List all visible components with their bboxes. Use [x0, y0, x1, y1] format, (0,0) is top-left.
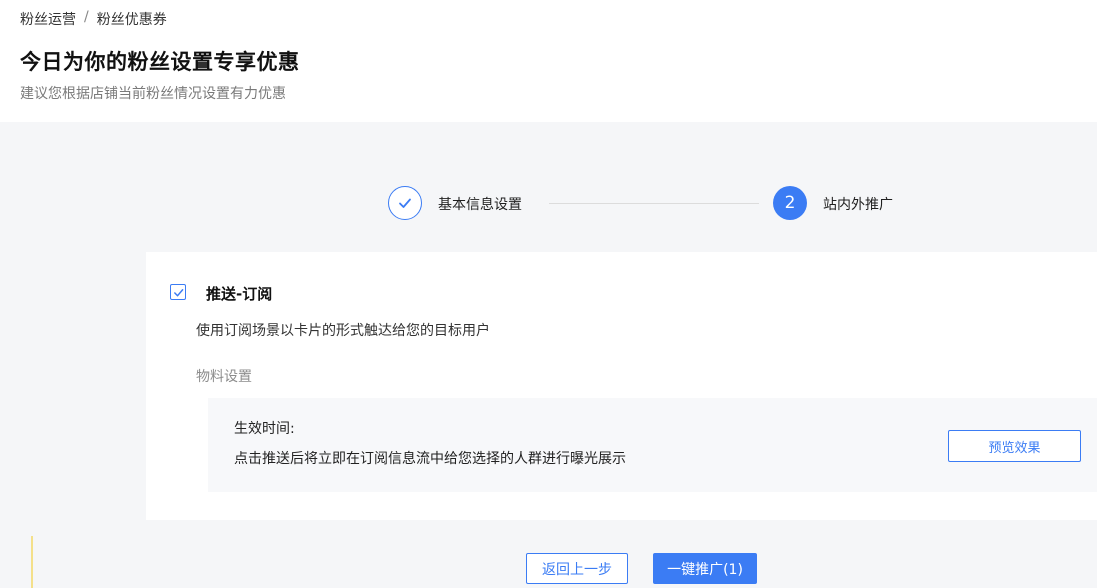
- step-2-label: 站内外推广: [823, 197, 893, 213]
- one-click-promote-button[interactable]: 一键推广(1): [653, 553, 757, 584]
- breadcrumb-item-current: 粉丝优惠券: [96, 12, 167, 28]
- option-description: 使用订阅场景以卡片的形式触达给您的目标用户: [196, 323, 490, 339]
- preview-button[interactable]: 预览效果: [948, 430, 1081, 462]
- breadcrumb-separator: /: [84, 9, 89, 25]
- option-title: 推送-订阅: [206, 285, 273, 303]
- effective-time-description: 点击推送后将立即在订阅信息流中给您选择的人群进行曝光展示: [234, 451, 626, 467]
- page-header: 粉丝运营 / 粉丝优惠券 今日为你的粉丝设置专享优惠 建议您根据店铺当前粉丝情况…: [0, 0, 1097, 122]
- effective-time-label: 生效时间:: [234, 421, 295, 437]
- stepper: 基本信息设置 2 站内外推广: [0, 183, 1097, 223]
- back-button[interactable]: 返回上一步: [526, 553, 628, 584]
- breadcrumb: 粉丝运营 / 粉丝优惠券: [20, 9, 167, 29]
- step-1-indicator: [388, 186, 422, 220]
- check-icon: [399, 198, 411, 208]
- step-2-indicator: 2: [773, 186, 807, 220]
- checkmark-icon: [173, 288, 183, 296]
- material-settings-box: 生效时间: 点击推送后将立即在订阅信息流中给您选择的人群进行曝光展示 预览效果: [208, 398, 1097, 492]
- step-connector: [549, 203, 759, 204]
- left-accent-line: [31, 536, 33, 588]
- page-subtitle: 建议您根据店铺当前粉丝情况设置有力优惠: [20, 86, 286, 102]
- step-1-label: 基本信息设置: [438, 197, 522, 213]
- promotion-option-card: 推送-订阅 使用订阅场景以卡片的形式触达给您的目标用户 物料设置 生效时间: 点…: [146, 252, 1097, 520]
- breadcrumb-item-fans-ops[interactable]: 粉丝运营: [20, 9, 76, 29]
- push-subscribe-checkbox[interactable]: [170, 284, 186, 300]
- page-title: 今日为你的粉丝设置专享优惠: [20, 50, 300, 74]
- material-settings-label: 物料设置: [196, 369, 252, 385]
